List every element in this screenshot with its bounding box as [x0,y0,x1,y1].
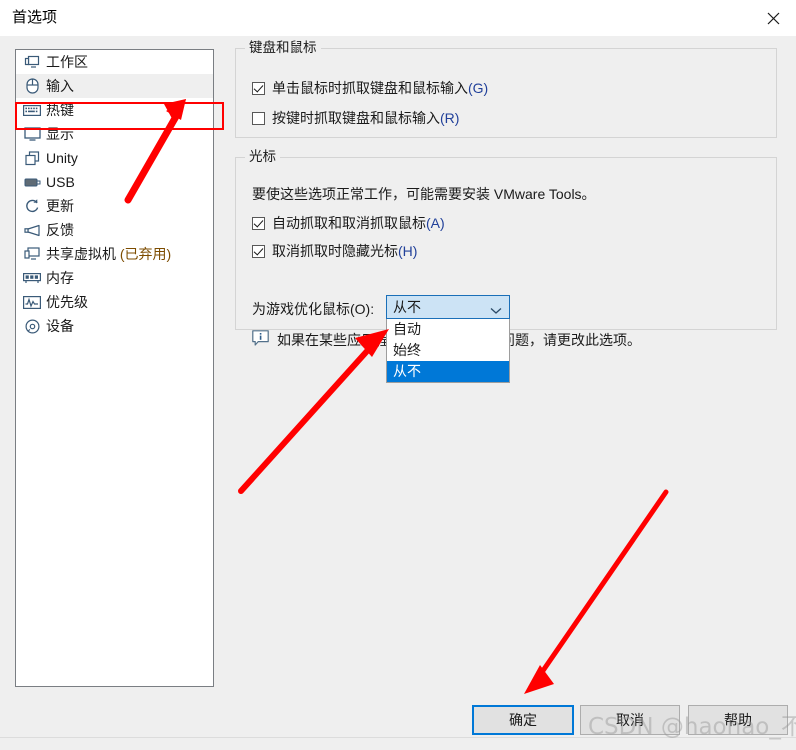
dropdown-option-auto[interactable]: 自动 [387,319,509,340]
sidebar-item-shared-vms[interactable]: 共享虚拟机 (已弃用) [16,242,213,266]
group-title: 光标 [245,149,280,165]
group-title: 键盘和鼠标 [245,40,321,56]
checkbox-box[interactable] [252,216,265,230]
checkbox-box[interactable] [252,81,265,95]
sidebar-item-label: 优先级 [46,294,88,310]
checkbox-label: 自动抓取和取消抓取鼠标 [272,215,426,231]
settings-category-list[interactable]: 工作区 输入 热键 显示 Unity USB 更新 反馈 共享虚拟机 (已弃用)… [15,49,214,687]
sidebar-item-input[interactable]: 输入 [16,74,213,98]
sidebar-item-priority[interactable]: 优先级 [16,290,213,314]
checkbox-label: 取消抓取时隐藏光标 [272,243,398,259]
optimize-mouse-label: 为游戏优化鼠标(O): [252,301,375,317]
sidebar-item-label: 设备 [46,318,74,334]
checkbox-box[interactable] [252,244,265,258]
checkbox-box[interactable] [252,111,265,125]
window-title: 首选项 [12,9,58,26]
preferences-dialog: 首选项 工作区 输入 热键 显示 Unity USB 更新 反馈 共享虚拟机 (… [0,0,796,750]
sidebar-item-label: 共享虚拟机 (已弃用) [46,246,172,262]
access-key: (G) [468,80,489,96]
checkbox-grab-on-keypress[interactable]: 按键时抓取键盘和鼠标输入 (R) [252,108,459,128]
close-icon[interactable] [750,0,796,36]
sidebar-item-label: 反馈 [46,222,74,238]
title-bar: 首选项 [0,0,796,37]
sidebar-item-label: 显示 [46,126,74,142]
sidebar-item-hotkeys[interactable]: 热键 [16,98,213,122]
ok-button[interactable]: 确定 [472,705,574,735]
display-icon [22,125,42,143]
dialog-body: 工作区 输入 热键 显示 Unity USB 更新 反馈 共享虚拟机 (已弃用)… [0,36,796,750]
checkbox-label: 按键时抓取键盘和鼠标输入 [272,110,440,126]
optimize-mouse-select[interactable]: 从不 [386,295,510,319]
device-icon [22,317,42,335]
sidebar-item-label: 更新 [46,198,74,214]
access-key: (A) [426,215,445,231]
monitor-icon [22,53,42,71]
dropdown-option-never[interactable]: 从不 [387,361,509,382]
windows-icon [22,149,42,167]
shared-vm-icon [22,245,42,263]
access-key: (H) [398,243,418,259]
checkbox-label: 单击鼠标时抓取键盘和鼠标输入 [272,80,468,96]
mouse-icon [22,77,42,95]
sidebar-item-memory[interactable]: 内存 [16,266,213,290]
sidebar-item-label: 输入 [46,78,74,94]
chevron-down-icon [490,302,502,318]
sidebar-item-feedback[interactable]: 反馈 [16,218,213,242]
sidebar-item-label: 热键 [46,102,74,118]
sidebar-item-unity[interactable]: Unity [16,146,213,170]
dropdown-option-always[interactable]: 始终 [387,340,509,361]
priority-icon [22,293,42,311]
sidebar-item-label: 工作区 [46,54,88,70]
sidebar-item-devices[interactable]: 设备 [16,314,213,338]
keyboard-icon [22,101,42,119]
sidebar-item-updates[interactable]: 更新 [16,194,213,218]
checkbox-hide-cursor[interactable]: 取消抓取时隐藏光标 (H) [252,241,417,261]
checkbox-grab-on-click[interactable]: 单击鼠标时抓取键盘和鼠标输入 (G) [252,78,488,98]
usb-icon [22,173,42,191]
info-icon [252,330,269,350]
sidebar-item-label: USB [46,174,75,190]
sidebar-item-label: 内存 [46,270,74,286]
optimize-mouse-dropdown[interactable]: 自动 始终 从不 [386,319,510,383]
checkbox-auto-grab[interactable]: 自动抓取和取消抓取鼠标 (A) [252,213,445,233]
access-key: (R) [440,110,460,126]
vmware-tools-note: 要使这些选项正常工作，可能需要安装 VMware Tools。 [252,186,596,202]
select-value: 从不 [393,299,421,315]
sidebar-item-label: Unity [46,150,78,166]
megaphone-icon [22,221,42,239]
memory-icon [22,269,42,287]
sidebar-item-usb[interactable]: USB [16,170,213,194]
refresh-icon [22,197,42,215]
watermark: CSDN @haohao_不秃头 [588,714,796,740]
sidebar-item-display[interactable]: 显示 [16,122,213,146]
deprecated-suffix: (已弃用) [116,246,172,262]
sidebar-item-workspace[interactable]: 工作区 [16,50,213,74]
